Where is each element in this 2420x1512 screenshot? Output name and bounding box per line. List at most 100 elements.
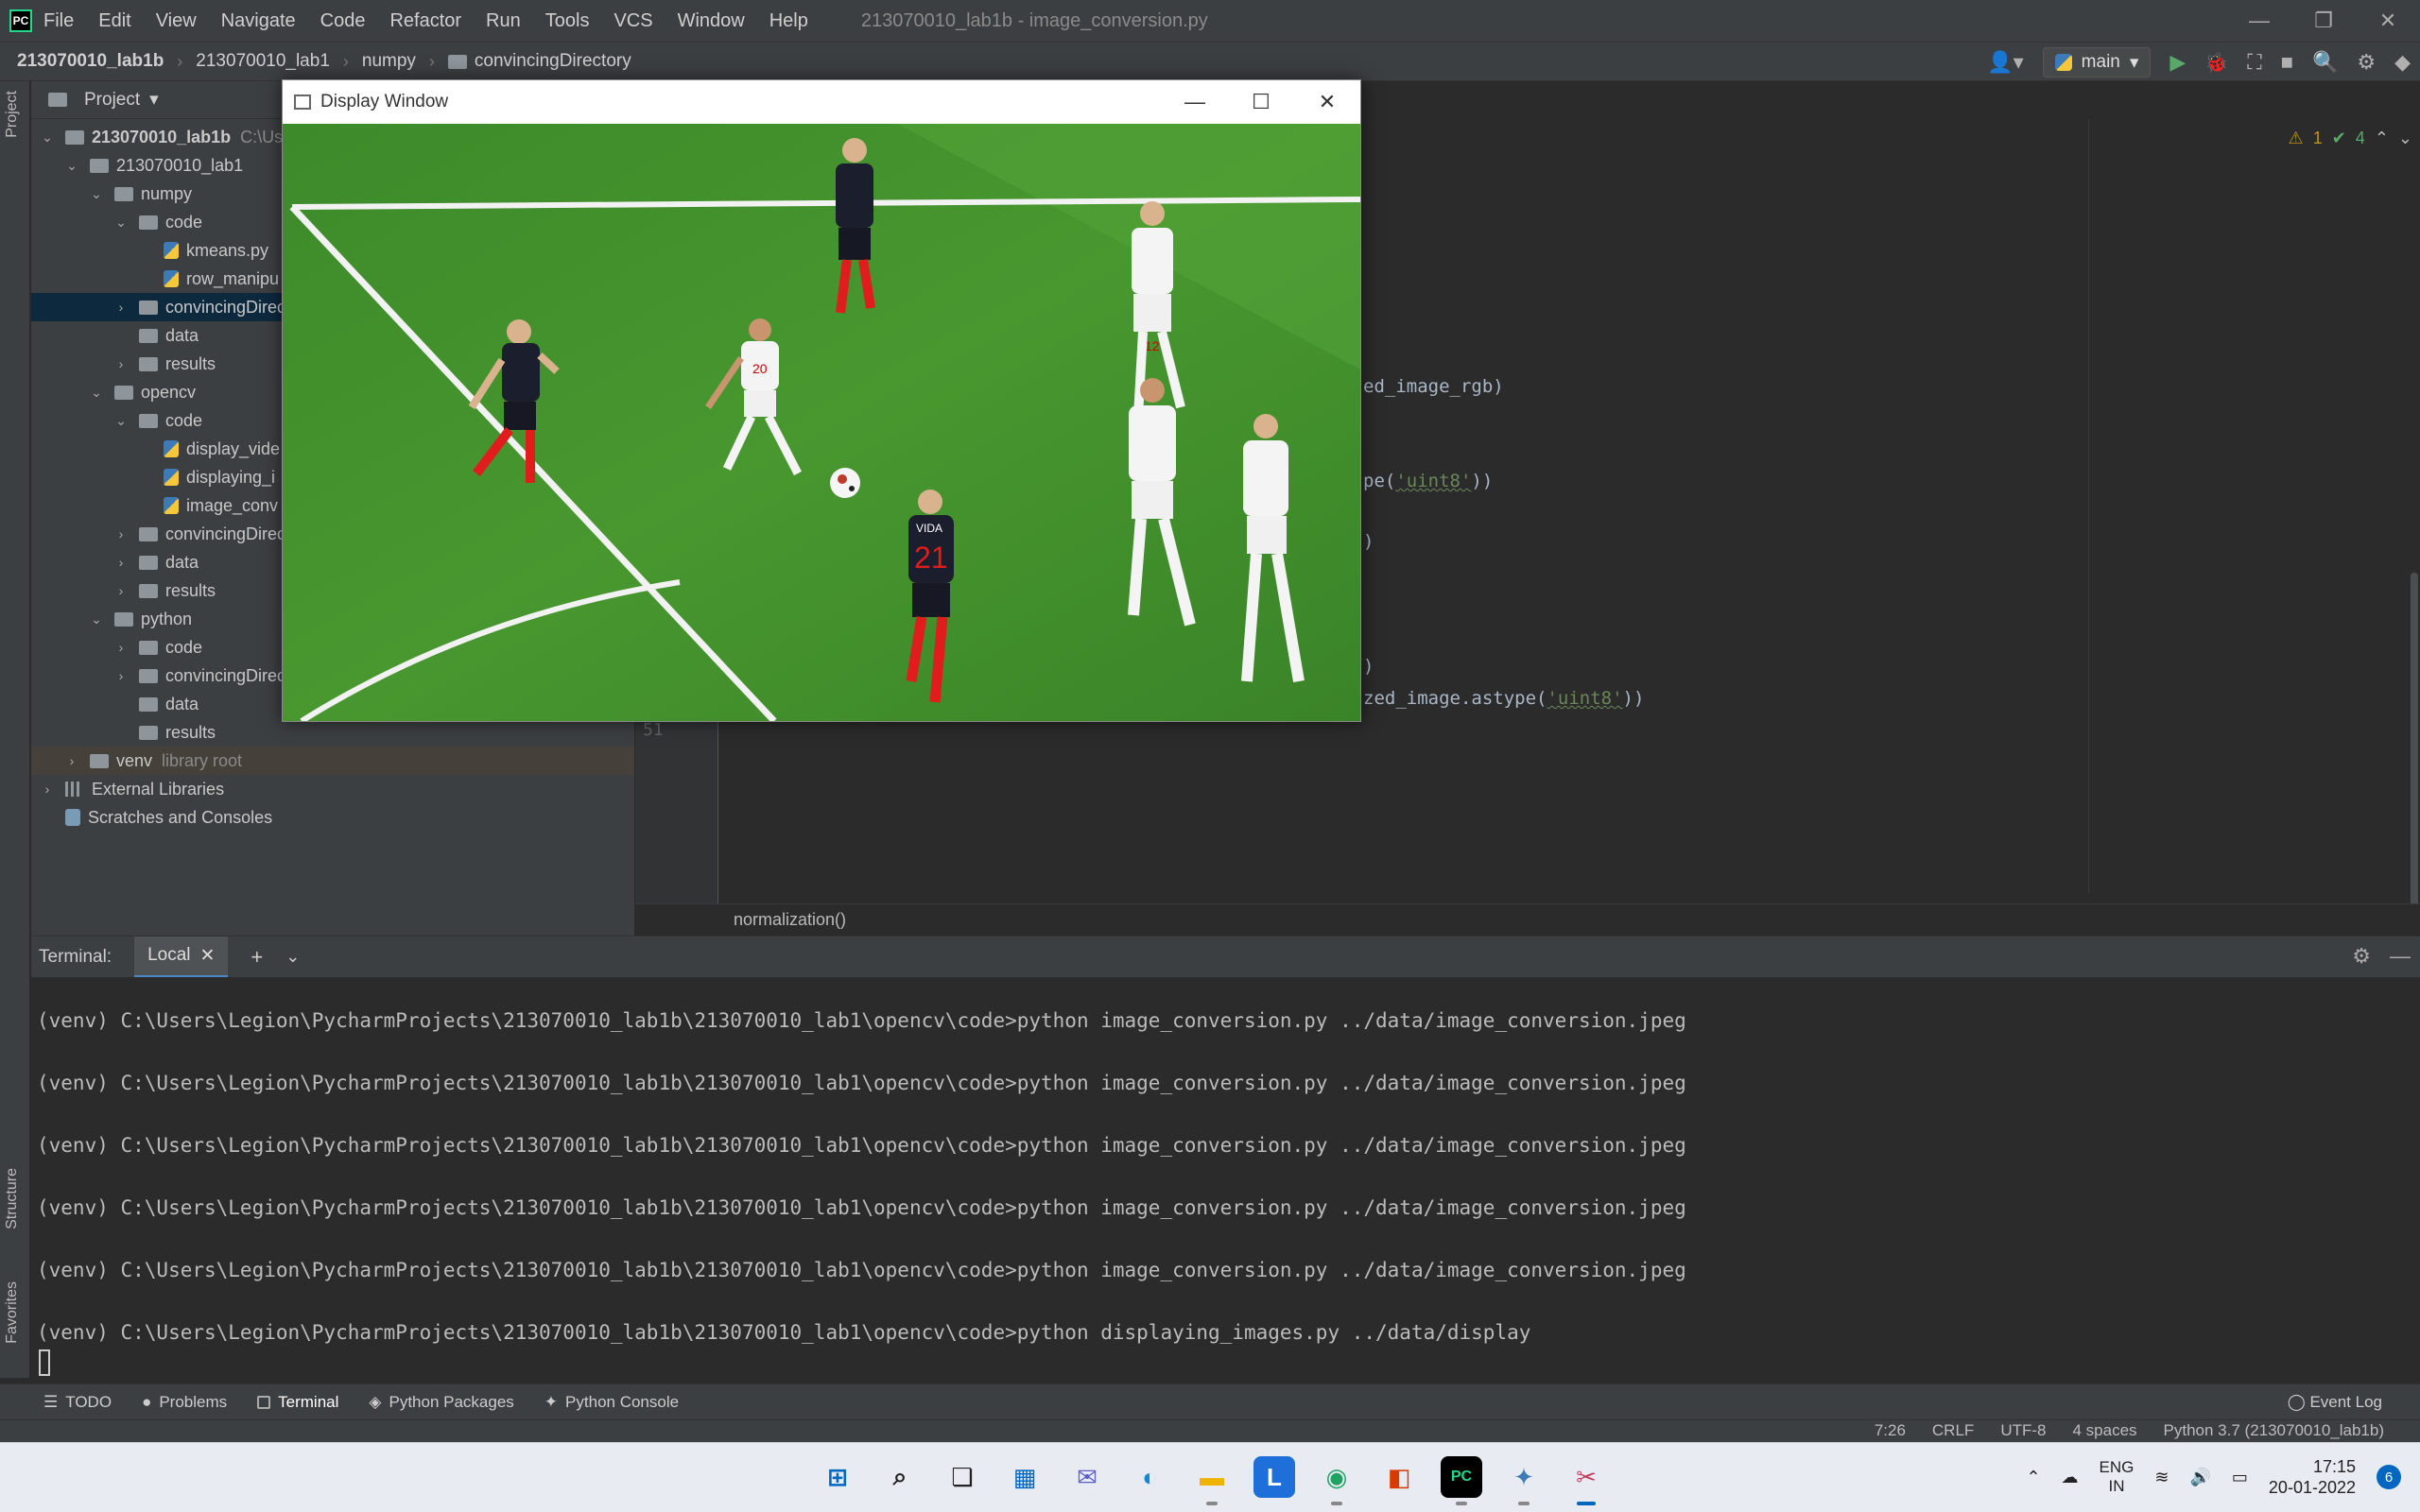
office-icon[interactable]: ◧ — [1378, 1456, 1420, 1498]
event-log-button[interactable]: ◯ Event Log — [2288, 1393, 2382, 1412]
menu-file[interactable]: File — [43, 10, 74, 32]
pycharm-icon[interactable]: PC — [1441, 1456, 1482, 1505]
chevron-down-icon[interactable]: ⌄ — [112, 215, 130, 231]
battery-icon[interactable]: ▭ — [2232, 1468, 2248, 1487]
python-packages-tab[interactable]: ◈ Python Packages — [369, 1393, 513, 1412]
gear-icon[interactable]: ⚙ — [2357, 50, 2376, 75]
chevron-right-icon[interactable]: › — [39, 782, 56, 797]
project-tool-tab[interactable]: Project — [4, 91, 21, 138]
jetbrains-icon[interactable]: ◆ — [2394, 50, 2411, 75]
line-separator[interactable]: CRLF — [1932, 1421, 1974, 1440]
snipping-tool-icon[interactable]: ✂ — [1565, 1456, 1607, 1505]
chevron-down-icon[interactable]: ⌄ — [88, 186, 105, 202]
terminal-output[interactable]: (venv) C:\Users\Legion\PycharmProjects\2… — [31, 977, 2420, 1383]
menu-vcs[interactable]: VCS — [614, 10, 652, 32]
indent-setting[interactable]: 4 spaces — [2072, 1421, 2136, 1440]
chevron-right-icon[interactable]: › — [112, 668, 130, 683]
menu-help[interactable]: Help — [769, 10, 808, 32]
breadcrumb-numpy[interactable]: numpy — [362, 51, 416, 72]
user-icon[interactable]: 👤▾ — [1987, 50, 2023, 75]
project-panel-title[interactable]: Project — [84, 90, 140, 111]
chevron-right-icon[interactable]: › — [112, 356, 130, 371]
tree-item[interactable]: › venv library root — [31, 747, 634, 775]
function-name[interactable]: normalization() — [734, 910, 846, 930]
menu-navigate[interactable]: Navigate — [221, 10, 296, 32]
chevron-down-icon[interactable]: ⌄ — [39, 129, 56, 146]
chevron-down-icon[interactable]: ⌄ — [2398, 129, 2412, 148]
caret-position[interactable]: 7:26 — [1875, 1421, 1906, 1440]
python-interpreter[interactable]: Python 3.7 (213070010_lab1b) — [2164, 1421, 2384, 1440]
menu-window[interactable]: Window — [678, 10, 745, 32]
chrome-icon[interactable]: ◉ — [1316, 1456, 1357, 1505]
run-icon[interactable]: ▶ — [2169, 50, 2186, 75]
coverage-icon[interactable]: ⛶ — [2247, 50, 2261, 75]
chevron-up-icon[interactable]: ⌃ — [2026, 1468, 2040, 1487]
problems-tab[interactable]: ● Problems — [142, 1393, 227, 1412]
run-config-selector[interactable]: main ▾ — [2042, 47, 2152, 77]
display-window-titlebar[interactable]: Display Window — ☐ ✕ — [283, 80, 1360, 124]
hide-panel-icon[interactable]: — — [2390, 944, 2411, 969]
new-terminal-button[interactable]: + — [251, 945, 263, 970]
close-button[interactable]: ✕ — [2356, 0, 2420, 42]
gear-icon[interactable]: ⚙ — [2352, 944, 2371, 969]
menu-refactor[interactable]: Refactor — [389, 10, 461, 32]
notification-badge[interactable]: 6 — [2377, 1465, 2401, 1489]
debug-icon[interactable]: 🐞 — [2204, 51, 2228, 75]
search-icon[interactable]: ⌕ — [879, 1456, 921, 1498]
close-button[interactable]: ✕ — [1294, 80, 1360, 124]
chevron-right-icon[interactable]: › — [112, 555, 130, 570]
chevron-down-icon[interactable]: ⌄ — [88, 611, 105, 627]
chevron-down-icon[interactable]: ⌄ — [112, 413, 130, 429]
wifi-icon[interactable]: ≋ — [2154, 1468, 2169, 1487]
tree-item[interactable]: Scratches and Consoles — [31, 803, 634, 832]
chevron-up-icon[interactable]: ⌃ — [2375, 129, 2389, 148]
teams-chat-icon[interactable]: ✉ — [1066, 1456, 1108, 1498]
menu-view[interactable]: View — [156, 10, 197, 32]
todo-tab[interactable]: ☰ TODO — [43, 1393, 112, 1412]
display-window[interactable]: Display Window — ☐ ✕ 20 VIDA 21 12 — [282, 79, 1361, 722]
menu-code[interactable]: Code — [320, 10, 366, 32]
language-indicator[interactable]: ENG IN — [2100, 1458, 2135, 1496]
widgets-icon[interactable]: ▦ — [1004, 1456, 1046, 1498]
file-explorer-icon[interactable]: ▬ — [1191, 1456, 1233, 1505]
chevron-right-icon[interactable]: › — [112, 526, 130, 541]
menu-edit[interactable]: Edit — [98, 10, 130, 32]
tree-item[interactable]: › External Libraries — [31, 775, 634, 803]
structure-tool-tab[interactable]: Structure — [4, 1168, 21, 1229]
search-icon[interactable]: 🔍 — [2312, 50, 2338, 75]
chevron-down-icon[interactable]: ⌄ — [63, 158, 80, 174]
terminal-tab[interactable]: Terminal — [257, 1393, 338, 1412]
breadcrumb-lab1[interactable]: 213070010_lab1 — [196, 51, 330, 72]
function-breadcrumb[interactable]: normalization() — [635, 903, 2420, 936]
file-encoding[interactable]: UTF-8 — [2000, 1421, 2046, 1440]
tree-item[interactable]: results — [31, 718, 634, 747]
restore-button[interactable]: ❐ — [2291, 0, 2356, 42]
inspection-widget[interactable]: ⚠ 1 ✔ 4 ⌃ ⌄ — [2289, 129, 2412, 148]
breadcrumb-convincing-directory[interactable]: convincingDirectory — [475, 51, 631, 72]
cloud-icon[interactable]: ☁ — [2062, 1468, 2079, 1487]
chevron-down-icon[interactable]: ⌄ — [285, 947, 300, 967]
volume-icon[interactable]: 🔊 — [2189, 1468, 2210, 1487]
app-l-icon[interactable]: L — [1253, 1456, 1295, 1498]
stop-icon[interactable]: ■ — [2281, 50, 2293, 75]
python-console-tab[interactable]: ✦ Python Console — [544, 1393, 679, 1412]
close-icon[interactable]: ✕ — [200, 945, 216, 967]
maximize-button[interactable]: ☐ — [1228, 80, 1294, 124]
minimize-button[interactable]: — — [2227, 0, 2291, 42]
python-icon[interactable]: ✦ — [1503, 1456, 1545, 1505]
edge-icon[interactable]: ◐ — [1129, 1456, 1170, 1498]
terminal-tab-local[interactable]: Local ✕ — [134, 936, 229, 978]
chevron-right-icon[interactable]: › — [112, 300, 130, 315]
breadcrumb-project[interactable]: 213070010_lab1b — [17, 51, 164, 72]
chevron-right-icon[interactable]: › — [112, 583, 130, 598]
chevron-right-icon[interactable]: › — [112, 640, 130, 655]
minimize-button[interactable]: — — [1162, 80, 1228, 124]
clock[interactable]: 17:15 20-01-2022 — [2269, 1456, 2356, 1498]
chevron-down-icon[interactable]: ⌄ — [88, 385, 105, 401]
menu-run[interactable]: Run — [486, 10, 521, 32]
chevron-right-icon[interactable]: › — [63, 753, 80, 768]
favorites-tool-tab[interactable]: Favorites — [4, 1281, 21, 1344]
task-view-icon[interactable]: ❏ — [942, 1456, 983, 1498]
menu-tools[interactable]: Tools — [545, 10, 590, 32]
start-icon[interactable]: ⊞ — [817, 1456, 858, 1498]
